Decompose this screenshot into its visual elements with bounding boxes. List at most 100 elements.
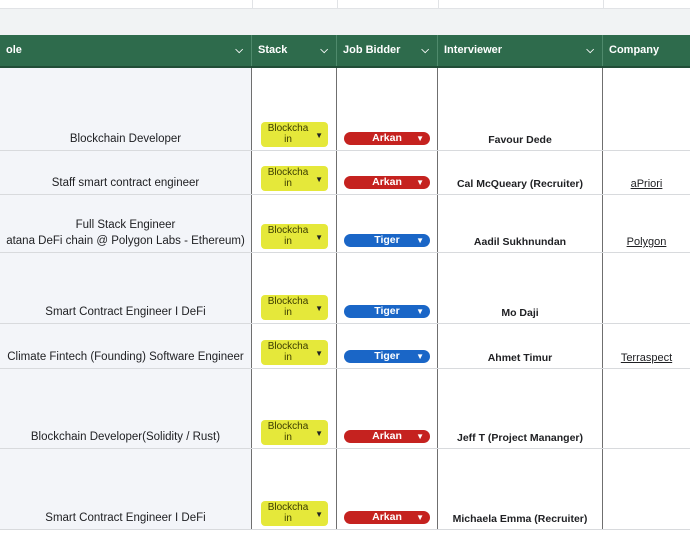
stack-cell[interactable]: Blockcha in ▼ <box>252 324 337 368</box>
company-cell[interactable]: aPriori <box>603 151 690 194</box>
table-row: Smart Contract Engineer I DeFi Blockcha in… <box>0 449 690 530</box>
job-bidder-dropdown-chip[interactable]: Tiger ▼ <box>344 350 430 363</box>
dropdown-arrow-icon[interactable]: ▼ <box>416 176 424 189</box>
company-cell[interactable]: Polygon <box>603 195 690 252</box>
column-header-stack[interactable]: Stack ⌵ <box>252 35 337 66</box>
role-cell[interactable]: Blockchain Developer <box>0 68 252 150</box>
stack-chip-text: Blockcha <box>267 502 309 513</box>
company-cell[interactable] <box>603 68 690 150</box>
dropdown-arrow-icon[interactable]: ▼ <box>315 303 323 314</box>
stack-chip-text: Blockcha <box>267 421 309 432</box>
stack-cell[interactable]: Blockcha in ▼ <box>252 151 337 194</box>
column-header-label: Job Bidder <box>343 44 401 56</box>
table-row: Climate Fintech (Founding) Software Engi… <box>0 324 690 369</box>
company-cell[interactable]: Terraspect <box>603 324 690 368</box>
role-text-line: Blockchain Developer(Solidity / Rust) <box>30 431 221 443</box>
dropdown-arrow-icon[interactable]: ▼ <box>315 130 323 141</box>
stack-cell[interactable]: Blockcha in ▼ <box>252 195 337 252</box>
stack-cell[interactable]: Blockcha in ▼ <box>252 449 337 529</box>
company-cell[interactable] <box>603 449 690 529</box>
interviewer-text: Mo Daji <box>501 307 539 319</box>
stack-dropdown-chip[interactable]: Blockcha in ▼ <box>261 224 328 249</box>
stack-chip-text: in <box>284 178 292 189</box>
stack-cell[interactable]: Blockcha in ▼ <box>252 369 337 448</box>
interviewer-cell[interactable]: Favour Dede <box>438 68 603 150</box>
role-cell[interactable]: Staff smart contract engineer <box>0 151 252 194</box>
stack-dropdown-chip[interactable]: Blockcha in ▼ <box>261 340 328 365</box>
interviewer-cell[interactable]: Michaela Emma (Recruiter) <box>438 449 603 529</box>
company-link[interactable]: aPriori <box>603 178 690 190</box>
chevron-down-icon[interactable]: ⌵ <box>421 35 429 66</box>
job-bidder-dropdown-chip[interactable]: Tiger ▼ <box>344 305 430 318</box>
role-cell[interactable]: Full Stack Engineer atana DeFi chain @ Po… <box>0 195 252 252</box>
job-bidder-dropdown-chip[interactable]: Arkan ▼ <box>344 132 430 145</box>
interviewer-cell[interactable]: Jeff T (Project Mananger) <box>438 369 603 448</box>
dropdown-arrow-icon[interactable]: ▼ <box>416 350 424 363</box>
company-link[interactable]: Terraspect <box>603 352 690 364</box>
interviewer-text: Jeff T (Project Mananger) <box>456 432 584 444</box>
dropdown-arrow-icon[interactable]: ▼ <box>315 174 323 185</box>
stack-chip-text: Blockcha <box>267 167 309 178</box>
dropdown-arrow-icon[interactable]: ▼ <box>315 428 323 439</box>
job-bidder-cell[interactable]: Tiger ▼ <box>337 324 438 368</box>
stack-dropdown-chip[interactable]: Blockcha in ▼ <box>261 122 328 147</box>
column-header-label: Stack <box>258 44 288 56</box>
column-header-company[interactable]: Company <box>603 35 690 66</box>
dropdown-arrow-icon[interactable]: ▼ <box>315 348 323 359</box>
stack-chip-text: in <box>284 432 292 443</box>
table-row: Smart Contract Engineer I DeFi Blockcha in… <box>0 253 690 324</box>
stack-chip-text: Blockcha <box>267 225 309 236</box>
role-text-line: Smart Contract Engineer I DeFi <box>45 512 206 524</box>
job-bidder-text: Tiger <box>374 305 400 317</box>
company-cell[interactable] <box>603 253 690 323</box>
job-bidder-cell[interactable]: Arkan ▼ <box>337 449 438 529</box>
job-bidder-dropdown-chip[interactable]: Arkan ▼ <box>344 511 430 524</box>
stack-dropdown-chip[interactable]: Blockcha in ▼ <box>261 295 328 320</box>
role-text: Blockchain Developer(Solidity / Rust) <box>0 429 251 445</box>
role-cell[interactable]: Blockchain Developer(Solidity / Rust) <box>0 369 252 448</box>
company-cell[interactable] <box>603 369 690 448</box>
job-bidder-text: Tiger <box>374 234 400 246</box>
job-bidder-text: Arkan <box>372 176 402 188</box>
chevron-down-icon[interactable]: ⌵ <box>586 35 594 66</box>
job-bidder-text: Arkan <box>372 132 402 144</box>
stack-dropdown-chip[interactable]: Blockcha in ▼ <box>261 420 328 445</box>
dropdown-arrow-icon[interactable]: ▼ <box>416 511 424 524</box>
chevron-down-icon[interactable]: ⌵ <box>235 35 243 66</box>
role-cell[interactable]: Climate Fintech (Founding) Software Engi… <box>0 324 252 368</box>
job-bidder-cell[interactable]: Arkan ▼ <box>337 369 438 448</box>
dropdown-arrow-icon[interactable]: ▼ <box>416 305 424 318</box>
dropdown-arrow-icon[interactable]: ▼ <box>315 232 323 243</box>
job-bidder-cell[interactable]: Arkan ▼ <box>337 151 438 194</box>
column-header-interviewer[interactable]: Interviewer ⌵ <box>438 35 603 66</box>
interviewer-text: Favour Dede <box>488 134 552 146</box>
dropdown-arrow-icon[interactable]: ▼ <box>315 509 323 520</box>
job-bidder-cell[interactable]: Tiger ▼ <box>337 253 438 323</box>
interviewer-cell[interactable]: Aadil Sukhnundan <box>438 195 603 252</box>
interviewer-cell[interactable]: Cal McQueary (Recruiter) <box>438 151 603 194</box>
interviewer-cell[interactable]: Ahmet Timur <box>438 324 603 368</box>
role-text: Smart Contract Engineer I DeFi <box>0 510 251 526</box>
role-cell[interactable]: Smart Contract Engineer I DeFi <box>0 253 252 323</box>
column-header-job-bidder[interactable]: Job Bidder ⌵ <box>337 35 438 66</box>
role-text: Climate Fintech (Founding) Software Engi… <box>0 349 251 365</box>
chevron-down-icon[interactable]: ⌵ <box>320 35 328 66</box>
job-bidder-cell[interactable]: Tiger ▼ <box>337 195 438 252</box>
stack-cell[interactable]: Blockcha in ▼ <box>252 68 337 150</box>
interviewer-cell[interactable]: Mo Daji <box>438 253 603 323</box>
stack-dropdown-chip[interactable]: Blockcha in ▼ <box>261 501 328 526</box>
dropdown-arrow-icon[interactable]: ▼ <box>416 132 424 145</box>
company-link[interactable]: Polygon <box>603 236 690 248</box>
column-header-role[interactable]: ole ⌵ <box>0 35 252 66</box>
job-bidder-cell[interactable]: Arkan ▼ <box>337 68 438 150</box>
job-bidder-dropdown-chip[interactable]: Arkan ▼ <box>344 430 430 443</box>
column-divider <box>337 0 338 8</box>
stack-dropdown-chip[interactable]: Blockcha in ▼ <box>261 166 328 191</box>
dropdown-arrow-icon[interactable]: ▼ <box>416 234 424 247</box>
job-bidder-dropdown-chip[interactable]: Tiger ▼ <box>344 234 430 247</box>
role-cell[interactable]: Smart Contract Engineer I DeFi <box>0 449 252 529</box>
job-bidder-text: Arkan <box>372 511 402 523</box>
dropdown-arrow-icon[interactable]: ▼ <box>416 430 424 443</box>
stack-cell[interactable]: Blockcha in ▼ <box>252 253 337 323</box>
job-bidder-dropdown-chip[interactable]: Arkan ▼ <box>344 176 430 189</box>
